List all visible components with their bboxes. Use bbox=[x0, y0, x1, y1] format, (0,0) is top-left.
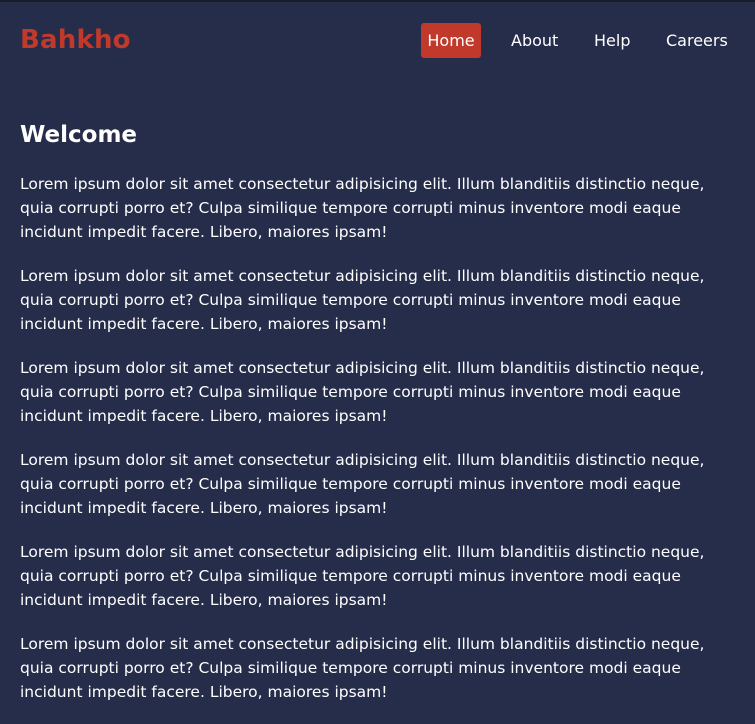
content-paragraph: Lorem ipsum dolor sit amet consectetur a… bbox=[20, 175, 705, 241]
main-content: Welcome Lorem ipsum dolor sit amet conse… bbox=[20, 120, 740, 724]
content-paragraph: Lorem ipsum dolor sit amet consectetur a… bbox=[20, 543, 705, 609]
page-title: Welcome bbox=[20, 122, 138, 148]
nav-link-help[interactable]: Help bbox=[594, 23, 630, 58]
brand-logo[interactable]: Bahkho bbox=[20, 22, 131, 58]
content-paragraph: Lorem ipsum dolor sit amet consectetur a… bbox=[20, 267, 705, 333]
nav-link-home[interactable]: Home bbox=[421, 23, 481, 58]
nav-link-about[interactable]: About bbox=[511, 23, 558, 58]
nav-link-careers[interactable]: Careers bbox=[666, 23, 728, 58]
content-paragraph: Lorem ipsum dolor sit amet consectetur a… bbox=[20, 451, 705, 517]
content-paragraph: Lorem ipsum dolor sit amet consectetur a… bbox=[20, 359, 705, 425]
content-paragraph: Lorem ipsum dolor sit amet consectetur a… bbox=[20, 635, 705, 701]
site-header: Bahkho Home About Help Careers bbox=[0, 2, 755, 80]
